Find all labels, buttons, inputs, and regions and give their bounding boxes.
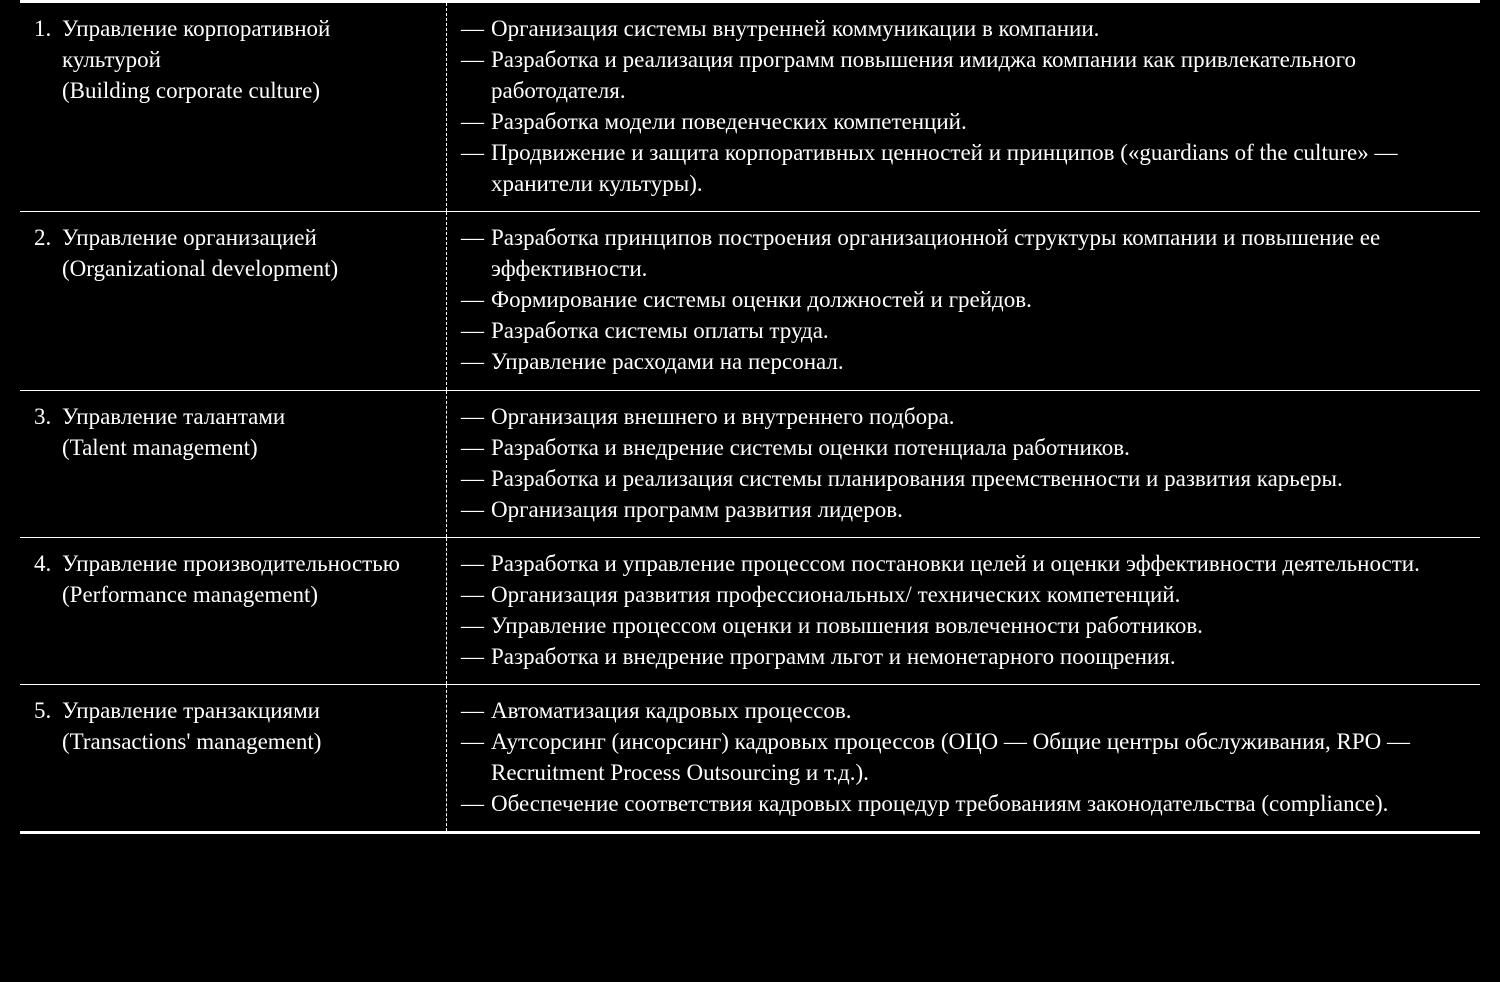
category-subtitle: (Transactions' management) xyxy=(62,726,432,757)
list-item-text: Организация внешнего и внутреннего подбо… xyxy=(491,401,1466,432)
dash-icon: — xyxy=(461,13,491,44)
category-title: Управление корпоративной культурой xyxy=(62,13,432,75)
list-item: —Формирование системы оценки должностей … xyxy=(461,284,1466,315)
table-row: 1.Управление корпоративной культурой(Bui… xyxy=(20,2,1480,212)
list-item-text: Продвижение и защита корпоративных ценно… xyxy=(491,137,1466,199)
category-subtitle: (Performance management) xyxy=(62,579,432,610)
list-item-text: Разработка принципов построения организа… xyxy=(491,222,1466,284)
category-number: 3. xyxy=(34,401,62,432)
dash-icon: — xyxy=(461,346,491,377)
dash-icon: — xyxy=(461,284,491,315)
list-item-text: Разработка и внедрение программ льгот и … xyxy=(491,641,1466,672)
list-item: —Разработка модели поведенческих компете… xyxy=(461,106,1466,137)
list-item: —Аутсорсинг (инсорсинг) кадровых процесс… xyxy=(461,726,1466,788)
list-item-text: Организация развития профессиональных/ т… xyxy=(491,579,1466,610)
table-row: 3.Управление талантами(Talent management… xyxy=(20,390,1480,537)
category-subtitle: (Talent management) xyxy=(62,432,432,463)
table-row: 4.Управление производительностью(Perform… xyxy=(20,537,1480,684)
list-item-text: Разработка и реализация программ повышен… xyxy=(491,44,1466,106)
dash-icon: — xyxy=(461,106,491,137)
dash-icon: — xyxy=(461,432,491,463)
list-item: —Разработка и управление процессом поста… xyxy=(461,548,1466,579)
category-number: 4. xyxy=(34,548,62,579)
list-item: —Разработка и внедрение системы оценки п… xyxy=(461,432,1466,463)
dash-icon: — xyxy=(461,579,491,610)
list-item: —Продвижение и защита корпоративных ценн… xyxy=(461,137,1466,199)
list-item-text: Разработка системы оплаты труда. xyxy=(491,315,1466,346)
list-item: —Организация программ развития лидеров. xyxy=(461,494,1466,525)
dash-icon: — xyxy=(461,315,491,346)
list-item-text: Управление расходами на персонал. xyxy=(491,346,1466,377)
category-title: Управление талантами xyxy=(62,401,432,432)
list-item: —Управление расходами на персонал. xyxy=(461,346,1466,377)
list-item-text: Автоматизация кадровых процессов. xyxy=(491,695,1466,726)
list-item-text: Разработка модели поведенческих компетен… xyxy=(491,106,1466,137)
dash-icon: — xyxy=(461,788,491,819)
dash-icon: — xyxy=(461,463,491,494)
category-title: Управление организацией xyxy=(62,222,432,253)
list-item: —Организация внешнего и внутреннего подб… xyxy=(461,401,1466,432)
list-item: —Разработка и реализация системы планиро… xyxy=(461,463,1466,494)
list-item: —Организация системы внутренней коммуник… xyxy=(461,13,1466,44)
list-item-text: Обеспечение соответствия кадровых процед… xyxy=(491,788,1466,819)
category-number: 1. xyxy=(34,13,62,75)
bullet-list: —Автоматизация кадровых процессов.—Аутсо… xyxy=(461,695,1466,819)
list-item: —Разработка принципов построения организ… xyxy=(461,222,1466,284)
list-item-text: Разработка и управление процессом постан… xyxy=(491,548,1466,579)
list-item-text: Разработка и реализация системы планиров… xyxy=(491,463,1466,494)
list-item: —Разработка и внедрение программ льгот и… xyxy=(461,641,1466,672)
list-item: —Организация развития профессиональных/ … xyxy=(461,579,1466,610)
bullet-list: —Организация системы внутренней коммуник… xyxy=(461,13,1466,199)
dash-icon: — xyxy=(461,137,491,199)
category-cell: 3.Управление талантами(Talent management… xyxy=(20,390,447,537)
page: 1.Управление корпоративной культурой(Bui… xyxy=(0,0,1500,982)
category-cell: 1.Управление корпоративной культурой(Bui… xyxy=(20,2,447,212)
list-item: —Автоматизация кадровых процессов. xyxy=(461,695,1466,726)
table-row: 5.Управление транзакциями(Transactions' … xyxy=(20,684,1480,832)
category-cell: 4.Управление производительностью(Perform… xyxy=(20,537,447,684)
category-number: 5. xyxy=(34,695,62,726)
list-item: —Разработка и реализация программ повыше… xyxy=(461,44,1466,106)
list-item-text: Формирование системы оценки должностей и… xyxy=(491,284,1466,315)
list-item: —Разработка системы оплаты труда. xyxy=(461,315,1466,346)
details-cell: —Разработка и управление процессом поста… xyxy=(447,537,1481,684)
dash-icon: — xyxy=(461,548,491,579)
dash-icon: — xyxy=(461,222,491,284)
category-subtitle: (Organizational development) xyxy=(62,253,432,284)
dash-icon: — xyxy=(461,44,491,106)
details-cell: —Организация системы внутренней коммуник… xyxy=(447,2,1481,212)
details-cell: —Организация внешнего и внутреннего подб… xyxy=(447,390,1481,537)
table-row: 2.Управление организацией(Organizational… xyxy=(20,212,1480,390)
list-item-text: Управление процессом оценки и повышения … xyxy=(491,610,1466,641)
list-item: —Обеспечение соответствия кадровых проце… xyxy=(461,788,1466,819)
list-item-text: Разработка и внедрение системы оценки по… xyxy=(491,432,1466,463)
list-item-text: Организация программ развития лидеров. xyxy=(491,494,1466,525)
category-title: Управление производительностью xyxy=(62,548,432,579)
category-cell: 2.Управление организацией(Organizational… xyxy=(20,212,447,390)
dash-icon: — xyxy=(461,726,491,788)
hr-functions-table: 1.Управление корпоративной культурой(Bui… xyxy=(20,0,1480,834)
bullet-list: —Организация внешнего и внутреннего подб… xyxy=(461,401,1466,525)
dash-icon: — xyxy=(461,641,491,672)
dash-icon: — xyxy=(461,610,491,641)
details-cell: —Автоматизация кадровых процессов.—Аутсо… xyxy=(447,684,1481,832)
bullet-list: —Разработка принципов построения организ… xyxy=(461,222,1466,377)
category-title: Управление транзакциями xyxy=(62,695,432,726)
dash-icon: — xyxy=(461,401,491,432)
dash-icon: — xyxy=(461,494,491,525)
list-item: —Управление процессом оценки и повышения… xyxy=(461,610,1466,641)
list-item-text: Аутсорсинг (инсорсинг) кадровых процессо… xyxy=(491,726,1466,788)
category-subtitle: (Building corporate culture) xyxy=(62,75,432,106)
details-cell: —Разработка принципов построения организ… xyxy=(447,212,1481,390)
bullet-list: —Разработка и управление процессом поста… xyxy=(461,548,1466,672)
dash-icon: — xyxy=(461,695,491,726)
list-item-text: Организация системы внутренней коммуника… xyxy=(491,13,1466,44)
category-cell: 5.Управление транзакциями(Transactions' … xyxy=(20,684,447,832)
category-number: 2. xyxy=(34,222,62,253)
